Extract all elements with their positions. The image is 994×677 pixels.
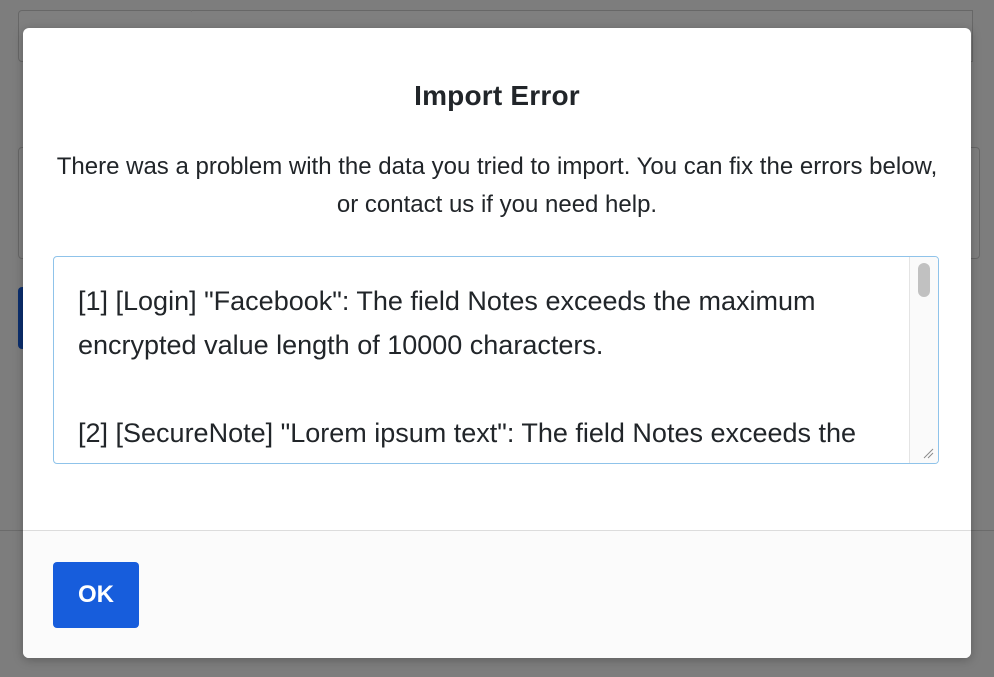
ok-button[interactable]: OK [53,562,139,628]
error-list-textarea[interactable]: [1] [Login] "Facebook": The field Notes … [53,256,939,464]
scrollbar-thumb[interactable] [918,263,930,297]
scrollbar-track[interactable] [909,257,938,463]
resize-handle-icon[interactable] [922,447,934,459]
dialog-title: Import Error [414,80,580,111]
dialog-footer: OK [23,530,971,658]
dialog-message: There was a problem with the data you tr… [56,153,938,218]
import-error-dialog: Import Error There was a problem with th… [23,28,971,658]
error-list-text: [1] [Login] "Facebook": The field Notes … [78,286,857,463]
